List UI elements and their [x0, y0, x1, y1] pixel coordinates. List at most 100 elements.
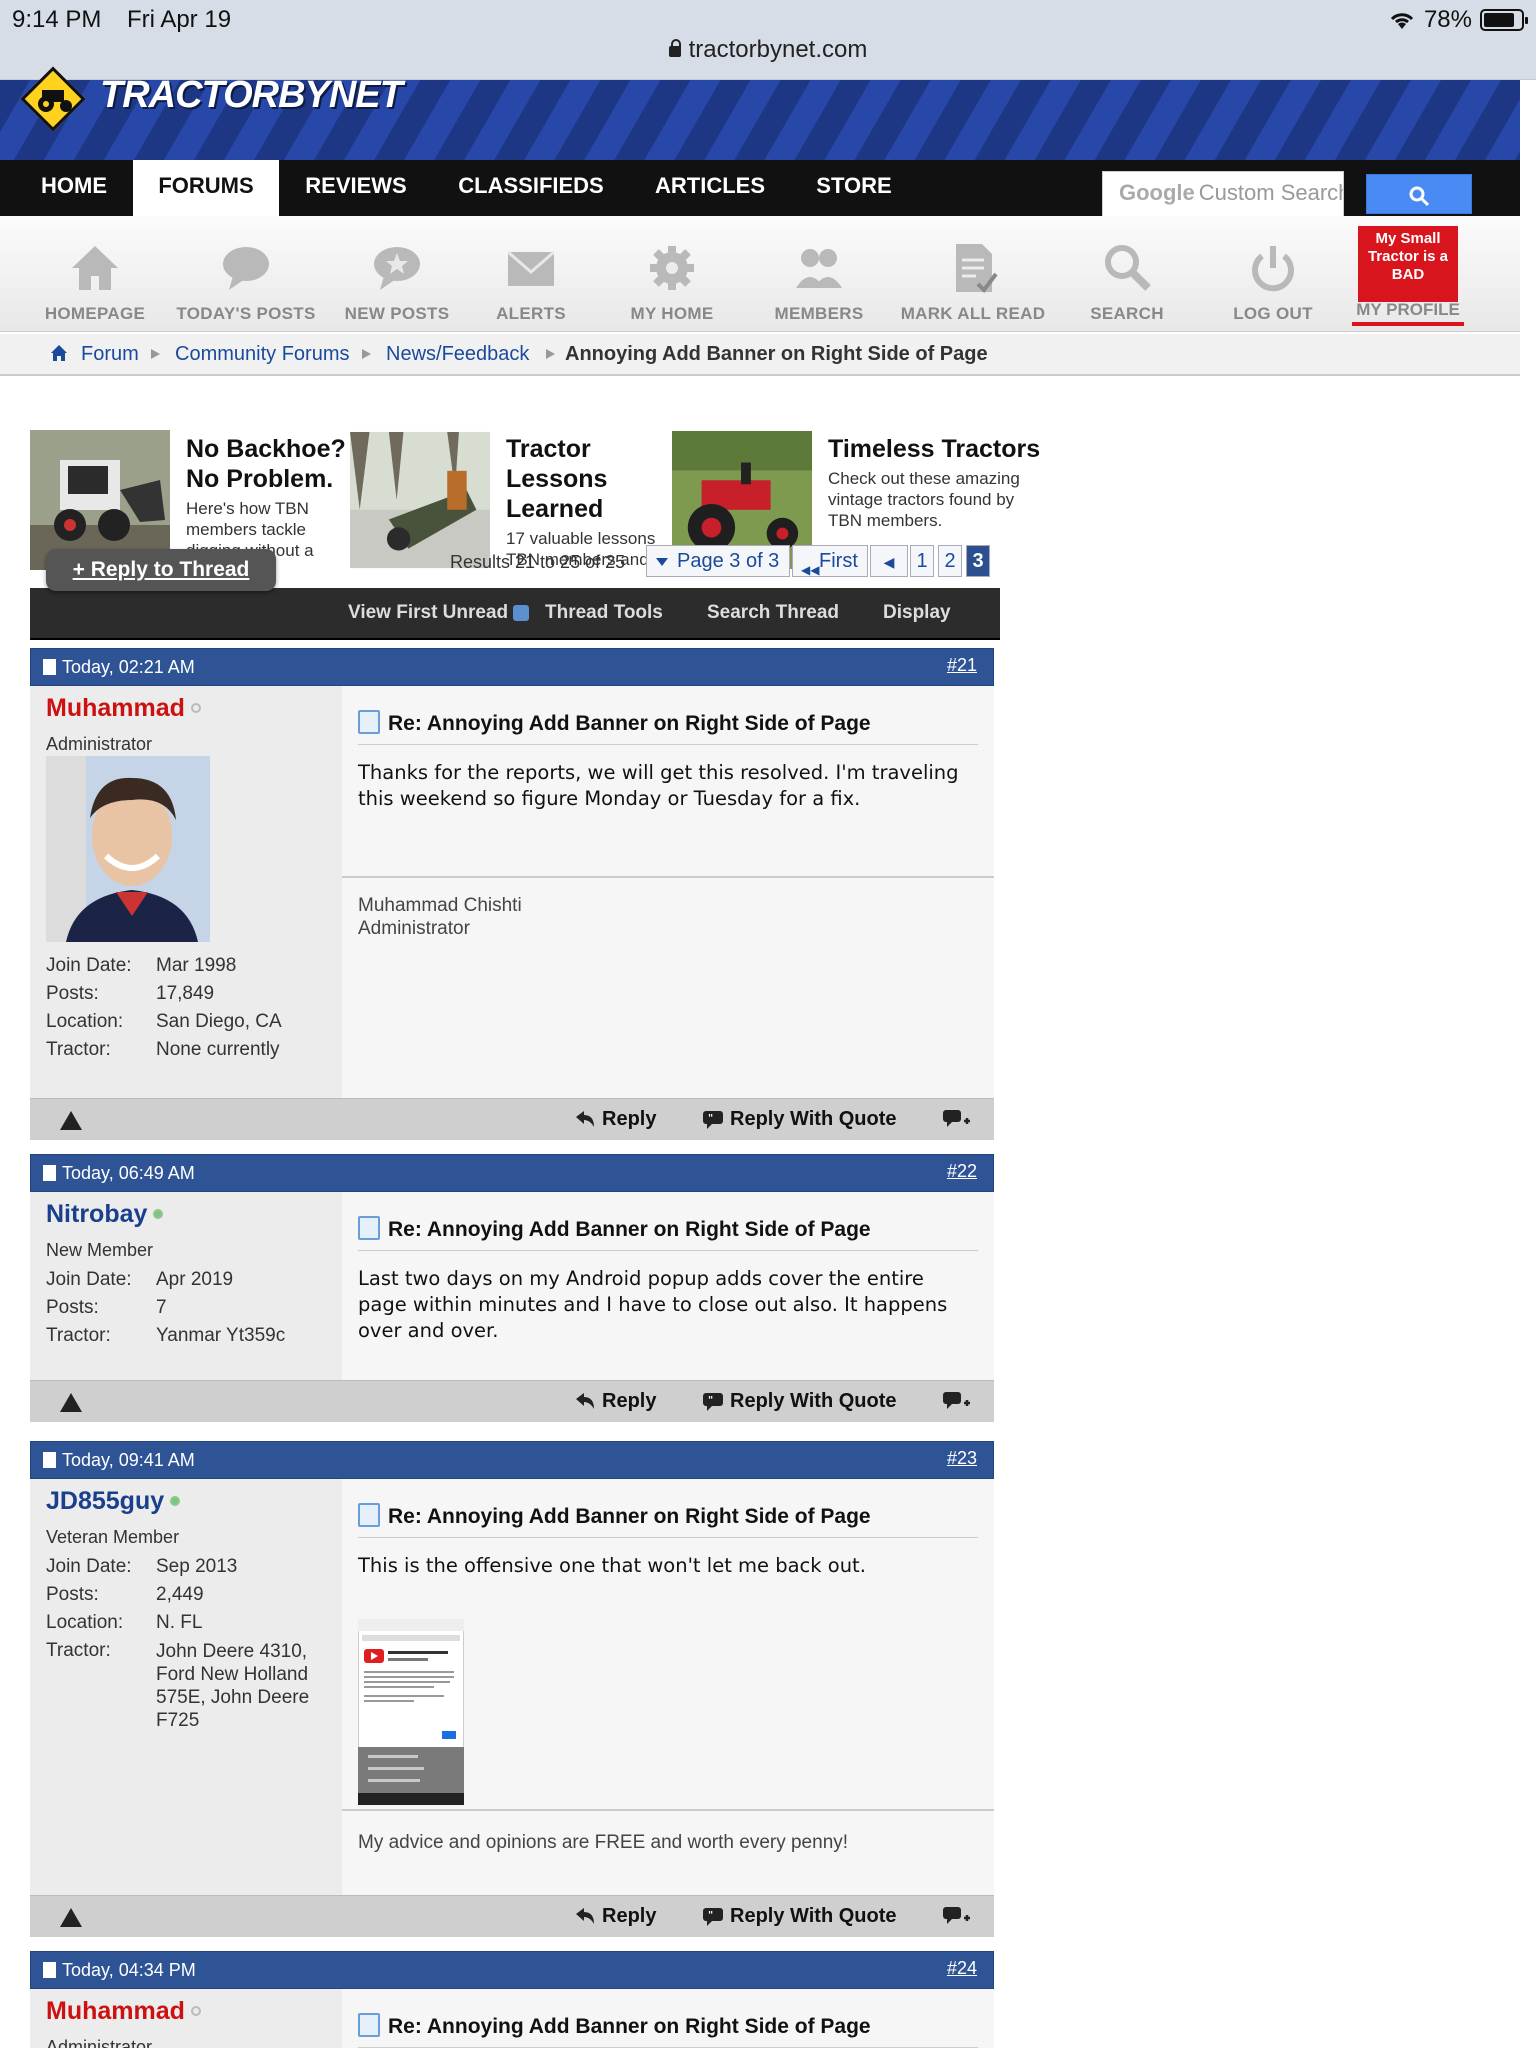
post-title: Re: Annoying Add Banner on Right Side of… — [358, 1503, 978, 1538]
document-icon — [358, 1503, 380, 1527]
post-message: Thanks for the reports, we will get this… — [358, 761, 959, 810]
post-header: Today, 04:34 PM #24 — [30, 1951, 994, 1989]
house-icon — [72, 246, 118, 290]
post-header: Today, 06:49 AM #22 — [30, 1154, 994, 1192]
multi-quote-icon[interactable] — [942, 1905, 978, 1929]
prev-page-button[interactable]: ◀ — [870, 545, 908, 577]
wifi-icon — [1390, 13, 1414, 29]
multi-quote-icon[interactable] — [942, 1390, 978, 1414]
members-icon — [796, 249, 842, 288]
reply-button[interactable]: Reply — [574, 1390, 656, 1413]
multi-quote-icon[interactable] — [942, 1108, 978, 1132]
user-info: Muhammad Administrator Join Date: Mar 199… — [30, 686, 342, 1134]
status-time: 9:14 PM — [12, 6, 102, 33]
post-body: Re: Annoying Add Banner on Right Side of… — [342, 1192, 994, 1380]
profile-badge[interactable]: My Small Tractor is a BAD — [1358, 226, 1458, 302]
toolbar-my-profile[interactable]: MY PROFILE — [1352, 300, 1464, 326]
toolbar-mark-all-read[interactable]: MARK ALL READ — [898, 240, 1048, 324]
tractor-logo-icon[interactable] — [20, 66, 102, 132]
page-link-3[interactable]: 3 — [966, 545, 990, 577]
reply-with-quote-button[interactable]: " Reply With Quote — [702, 1108, 896, 1131]
breadcrumb-separator-icon — [546, 349, 556, 359]
toolbar-search[interactable]: SEARCH — [1052, 240, 1202, 324]
username[interactable]: Nitrobay — [46, 1200, 164, 1229]
toolbar-alerts[interactable]: ALERTS — [456, 240, 606, 324]
search-button[interactable] — [1366, 174, 1472, 214]
post-footer: Reply " Reply With Quote — [30, 1895, 994, 1937]
google-brand: Google — [1119, 180, 1195, 205]
url-text: tractorbynet.com — [688, 36, 868, 63]
nav-reviews[interactable]: REVIEWS — [290, 160, 422, 216]
nav-store[interactable]: STORE — [804, 160, 904, 216]
reply-arrow-icon — [576, 1111, 594, 1127]
reply-button[interactable]: Reply — [574, 1905, 656, 1928]
nav-forums[interactable]: FORUMS — [133, 160, 279, 216]
post-number[interactable]: #21 — [947, 655, 977, 676]
display-menu[interactable]: Display — [883, 602, 951, 624]
username[interactable]: Muhammad — [46, 694, 201, 723]
view-first-unread[interactable]: View First Unread — [348, 602, 530, 624]
thread-tools-menu[interactable]: Thread Tools — [545, 602, 663, 624]
results-count: Results 21 to 25 of 25 — [450, 552, 626, 572]
online-status-icon — [170, 1496, 181, 1506]
toolbar-todays-posts[interactable]: TODAY'S POSTS — [171, 240, 321, 324]
user-role: Veteran Member — [46, 1527, 180, 1547]
search-thread-menu[interactable]: Search Thread — [707, 602, 839, 624]
home-icon[interactable] — [50, 344, 68, 362]
unread-icon — [513, 605, 530, 621]
post-title: Re: Annoying Add Banner on Right Side of… — [358, 2013, 978, 2048]
reply-with-quote-button[interactable]: " Reply With Quote — [702, 1905, 896, 1928]
username[interactable]: Muhammad — [46, 1997, 201, 2026]
report-warning-icon[interactable] — [60, 1393, 82, 1412]
report-warning-icon[interactable] — [60, 1908, 82, 1927]
toolbar-log-out[interactable]: LOG OUT — [1198, 240, 1348, 324]
breadcrumb-forum[interactable]: Forum — [81, 334, 139, 374]
url-bar[interactable]: tractorbynet.com — [0, 36, 1536, 64]
svg-text:": " — [708, 1910, 713, 1921]
post-body: Re: Annoying Add Banner on Right Side of… — [342, 686, 994, 1134]
ad-tractor-lessons[interactable]: Tractor Lessons Learned 17 valuable less… — [350, 430, 672, 570]
document-icon — [358, 2013, 380, 2037]
arrow-left-icon: ◀ — [883, 554, 895, 570]
page-dropdown[interactable]: Page 3 of 3 — [646, 545, 790, 577]
post-number[interactable]: #23 — [947, 1448, 977, 1469]
reply-to-thread-button[interactable]: + Reply to Thread — [46, 549, 276, 591]
page-link-1[interactable]: 1 — [910, 545, 934, 577]
report-warning-icon[interactable] — [60, 1111, 82, 1130]
toolbar-homepage[interactable]: HOMEPAGE — [20, 240, 170, 324]
breadcrumb-news-feedback[interactable]: News/Feedback — [386, 334, 529, 374]
post-number[interactable]: #22 — [947, 1161, 977, 1182]
post-body: Re: Annoying Add Banner on Right Side of… — [342, 1989, 994, 2048]
envelope-icon — [507, 250, 555, 286]
nav-home[interactable]: HOME — [22, 160, 126, 216]
first-page-link[interactable]: ◀◀ First — [792, 545, 868, 577]
breadcrumb: Forum Community Forums News/Feedback Ann… — [0, 334, 1520, 376]
toolbar-new-posts[interactable]: NEW POSTS — [322, 240, 472, 324]
post-message: This is the offensive one that won't let… — [358, 1554, 866, 1577]
reply-with-quote-button[interactable]: " Reply With Quote — [702, 1390, 896, 1413]
page-link-2[interactable]: 2 — [938, 545, 962, 577]
avatar[interactable] — [46, 756, 210, 942]
breadcrumb-separator-icon — [151, 349, 161, 359]
document-icon — [358, 1216, 380, 1240]
post-number[interactable]: #24 — [947, 1958, 977, 1979]
username[interactable]: JD855guy — [46, 1487, 181, 1516]
ad-title: Timeless Tractors — [828, 435, 1041, 463]
toolbar-members[interactable]: MEMBERS — [744, 240, 894, 324]
chevron-down-icon — [656, 558, 668, 566]
thread-toolbar: View First Unread Thread Tools Search Th… — [30, 588, 1000, 640]
attachment-thumbnail[interactable] — [358, 1619, 464, 1805]
breadcrumb-community-forums[interactable]: Community Forums — [175, 334, 349, 374]
post-icon — [43, 1962, 56, 1978]
toolbar-my-home[interactable]: MY HOME — [597, 240, 747, 324]
post-signature: My advice and opinions are FREE and wort… — [342, 1809, 994, 1854]
search-input[interactable]: Google Custom Search — [1102, 171, 1344, 217]
post-footer: Reply " Reply With Quote — [30, 1380, 994, 1422]
brand-logo-text[interactable]: TRACTORBYNET — [100, 74, 403, 117]
reply-arrow-icon — [576, 1393, 594, 1409]
post-date: Today, 04:34 PM — [62, 1960, 196, 1980]
nav-articles[interactable]: ARTICLES — [642, 160, 778, 216]
nav-classifieds[interactable]: CLASSIFIEDS — [444, 160, 618, 216]
document-check-icon — [956, 244, 998, 294]
reply-button[interactable]: Reply — [574, 1108, 656, 1131]
